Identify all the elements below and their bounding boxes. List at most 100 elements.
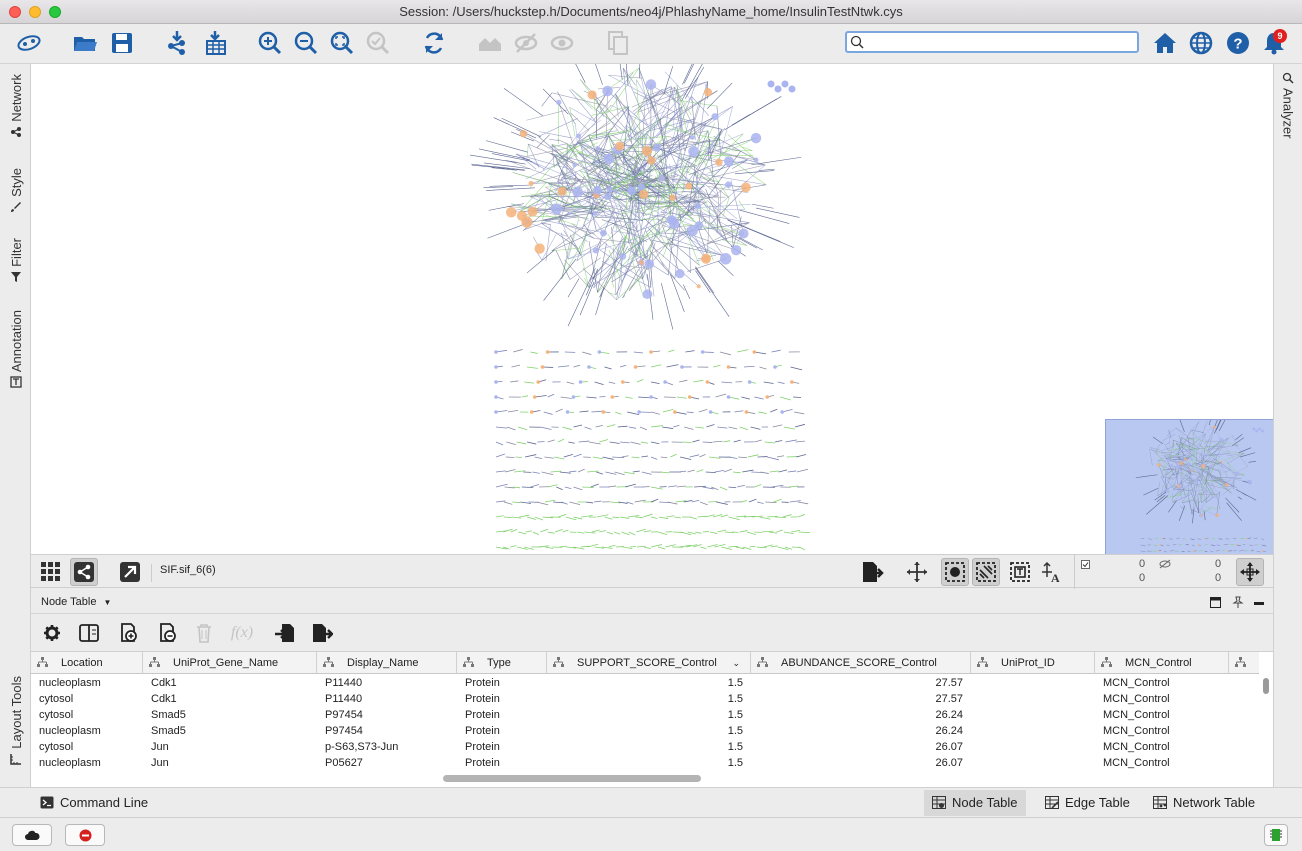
- maximize-window-button[interactable]: [49, 6, 61, 18]
- refresh-button[interactable]: [419, 28, 449, 58]
- table-row[interactable]: cytosol Jun p-S63,S73-Jun Protein 1.5 26.07 MC…: [31, 739, 1259, 755]
- table-cell[interactable]: MCN_Control: [1103, 707, 1227, 723]
- close-window-button[interactable]: [9, 6, 21, 18]
- help-button[interactable]: ?: [1223, 28, 1253, 58]
- table-cell[interactable]: [979, 739, 1093, 755]
- grid-view-button[interactable]: [37, 558, 65, 586]
- table-cell[interactable]: Smad5: [151, 707, 315, 723]
- table-cell[interactable]: nucleoplasm: [39, 723, 141, 739]
- show-labels-button[interactable]: A: [1037, 558, 1065, 586]
- table-cell[interactable]: Cdk1: [151, 691, 315, 707]
- tab-analyzer[interactable]: Analyzer: [1276, 72, 1300, 139]
- home-button[interactable]: [1150, 28, 1180, 58]
- pin-icon[interactable]: [1232, 596, 1244, 608]
- table-cell[interactable]: 26.07: [751, 739, 963, 755]
- import-table-data-button[interactable]: [271, 619, 299, 647]
- table-horizontal-scrollbar[interactable]: [31, 772, 1259, 784]
- table-cell[interactable]: 1.5: [547, 723, 743, 739]
- column-header[interactable]: ABUNDANCE_SCORE_Control: [751, 652, 971, 674]
- show-all-button[interactable]: [547, 28, 577, 58]
- column-header[interactable]: UniProt_Gene_Name: [143, 652, 317, 674]
- table-row[interactable]: nucleoplasm Cdk1 P11440 Protein 1.5 27.57 MCN_…: [31, 675, 1259, 691]
- table-settings-button[interactable]: [38, 619, 66, 647]
- table-cell[interactable]: P97454: [325, 723, 455, 739]
- zoom-in-button[interactable]: [255, 28, 285, 58]
- table-cell[interactable]: Jun: [151, 739, 315, 755]
- add-column-button[interactable]: [115, 619, 143, 647]
- cancel-task-button[interactable]: [65, 824, 105, 846]
- select-edges-mode-button[interactable]: [972, 558, 1000, 586]
- table-cell[interactable]: MCN_Control: [1103, 691, 1227, 707]
- zoom-fit-button[interactable]: [327, 28, 357, 58]
- table-body[interactable]: nucleoplasm Cdk1 P11440 Protein 1.5 27.57 MCN_…: [31, 675, 1259, 769]
- tab-edge-table[interactable]: Edge Table: [1037, 790, 1138, 816]
- import-network-button[interactable]: [162, 28, 192, 58]
- table-cell[interactable]: Jun: [151, 755, 315, 769]
- network-view-mode-button[interactable]: [70, 558, 98, 586]
- table-vertical-scrollbar[interactable]: [1261, 676, 1271, 766]
- table-cell[interactable]: Cdk1: [151, 675, 315, 691]
- table-cell[interactable]: cytosol: [39, 691, 141, 707]
- tab-network[interactable]: Network: [4, 74, 28, 138]
- memory-status-button[interactable]: [1264, 824, 1288, 846]
- table-row[interactable]: cytosol Cdk1 P11440 Protein 1.5 27.57 MCN_Cont…: [31, 691, 1259, 707]
- table-cell[interactable]: 1.5: [547, 675, 743, 691]
- table-cell[interactable]: 26.07: [751, 755, 963, 769]
- table-row[interactable]: nucleoplasm Smad5 P97454 Protein 1.5 26.24 MCN…: [31, 723, 1259, 739]
- table-selector-dropdown[interactable]: Node Table ▼: [41, 596, 111, 608]
- zoom-out-button[interactable]: [291, 28, 321, 58]
- minimize-panel-icon[interactable]: [1254, 602, 1264, 606]
- select-nodes-mode-button[interactable]: [941, 558, 969, 586]
- tab-network-table[interactable]: Network Table: [1145, 790, 1263, 816]
- detach-view-button[interactable]: [116, 558, 144, 586]
- table-cell[interactable]: P05627: [325, 755, 455, 769]
- table-cell[interactable]: P11440: [325, 691, 455, 707]
- table-row[interactable]: cytosol Smad5 P97454 Protein 1.5 26.24 MCN_Con…: [31, 707, 1259, 723]
- tab-command-line[interactable]: Command Line: [32, 790, 156, 816]
- table-cell[interactable]: [979, 723, 1093, 739]
- network-view[interactable]: [31, 64, 1273, 554]
- column-header[interactable]: Display_Name: [317, 652, 457, 674]
- tab-style[interactable]: Style: [4, 168, 28, 213]
- table-cell[interactable]: 27.57: [751, 675, 963, 691]
- import-table-button[interactable]: [200, 28, 230, 58]
- delete-column-button[interactable]: [154, 619, 182, 647]
- table-cell[interactable]: Protein: [465, 739, 545, 755]
- table-cell[interactable]: 1.5: [547, 691, 743, 707]
- function-builder-button[interactable]: f(x): [226, 619, 258, 647]
- table-cell[interactable]: [979, 675, 1093, 691]
- table-cell[interactable]: P11440: [325, 675, 455, 691]
- column-header[interactable]: MCN_Control: [1095, 652, 1229, 674]
- export-network-image-button[interactable]: [858, 558, 886, 586]
- vertical-scroll-thumb[interactable]: [1263, 678, 1269, 694]
- search-input[interactable]: [867, 34, 1135, 50]
- new-network-from-selection-button[interactable]: [603, 28, 633, 58]
- table-cell[interactable]: MCN_Control: [1103, 755, 1227, 769]
- table-row[interactable]: nucleoplasm Jun P05627 Protein 1.5 26.07 MCN_C…: [31, 755, 1259, 769]
- table-cell[interactable]: Protein: [465, 723, 545, 739]
- table-cell[interactable]: 1.5: [547, 707, 743, 723]
- table-cell[interactable]: Protein: [465, 675, 545, 691]
- layout-button[interactable]: [903, 558, 931, 586]
- table-cell[interactable]: [979, 707, 1093, 723]
- table-cell[interactable]: p-S63,S73-Jun: [325, 739, 455, 755]
- export-table-data-button[interactable]: [308, 619, 336, 647]
- table-cell[interactable]: nucleoplasm: [39, 755, 141, 769]
- table-cell[interactable]: cytosol: [39, 707, 141, 723]
- table-cell[interactable]: P97454: [325, 707, 455, 723]
- table-cell[interactable]: MCN_Control: [1103, 723, 1227, 739]
- maximize-panel-icon[interactable]: [1210, 597, 1221, 608]
- show-columns-button[interactable]: [75, 619, 103, 647]
- network-canvas[interactable]: [31, 64, 1273, 554]
- table-cell[interactable]: Protein: [465, 707, 545, 723]
- tab-annotation[interactable]: Annotation: [4, 310, 28, 388]
- table-cell[interactable]: MCN_Control: [1103, 739, 1227, 755]
- table-cell[interactable]: [979, 691, 1093, 707]
- table-cell[interactable]: 1.5: [547, 739, 743, 755]
- column-header[interactable]: Location: [31, 652, 143, 674]
- select-annotations-mode-button[interactable]: [1006, 558, 1034, 586]
- table-cell[interactable]: 26.24: [751, 707, 963, 723]
- app-store-button[interactable]: [1186, 28, 1216, 58]
- column-header[interactable]: UniProt_ID: [971, 652, 1095, 674]
- save-session-button[interactable]: [107, 28, 137, 58]
